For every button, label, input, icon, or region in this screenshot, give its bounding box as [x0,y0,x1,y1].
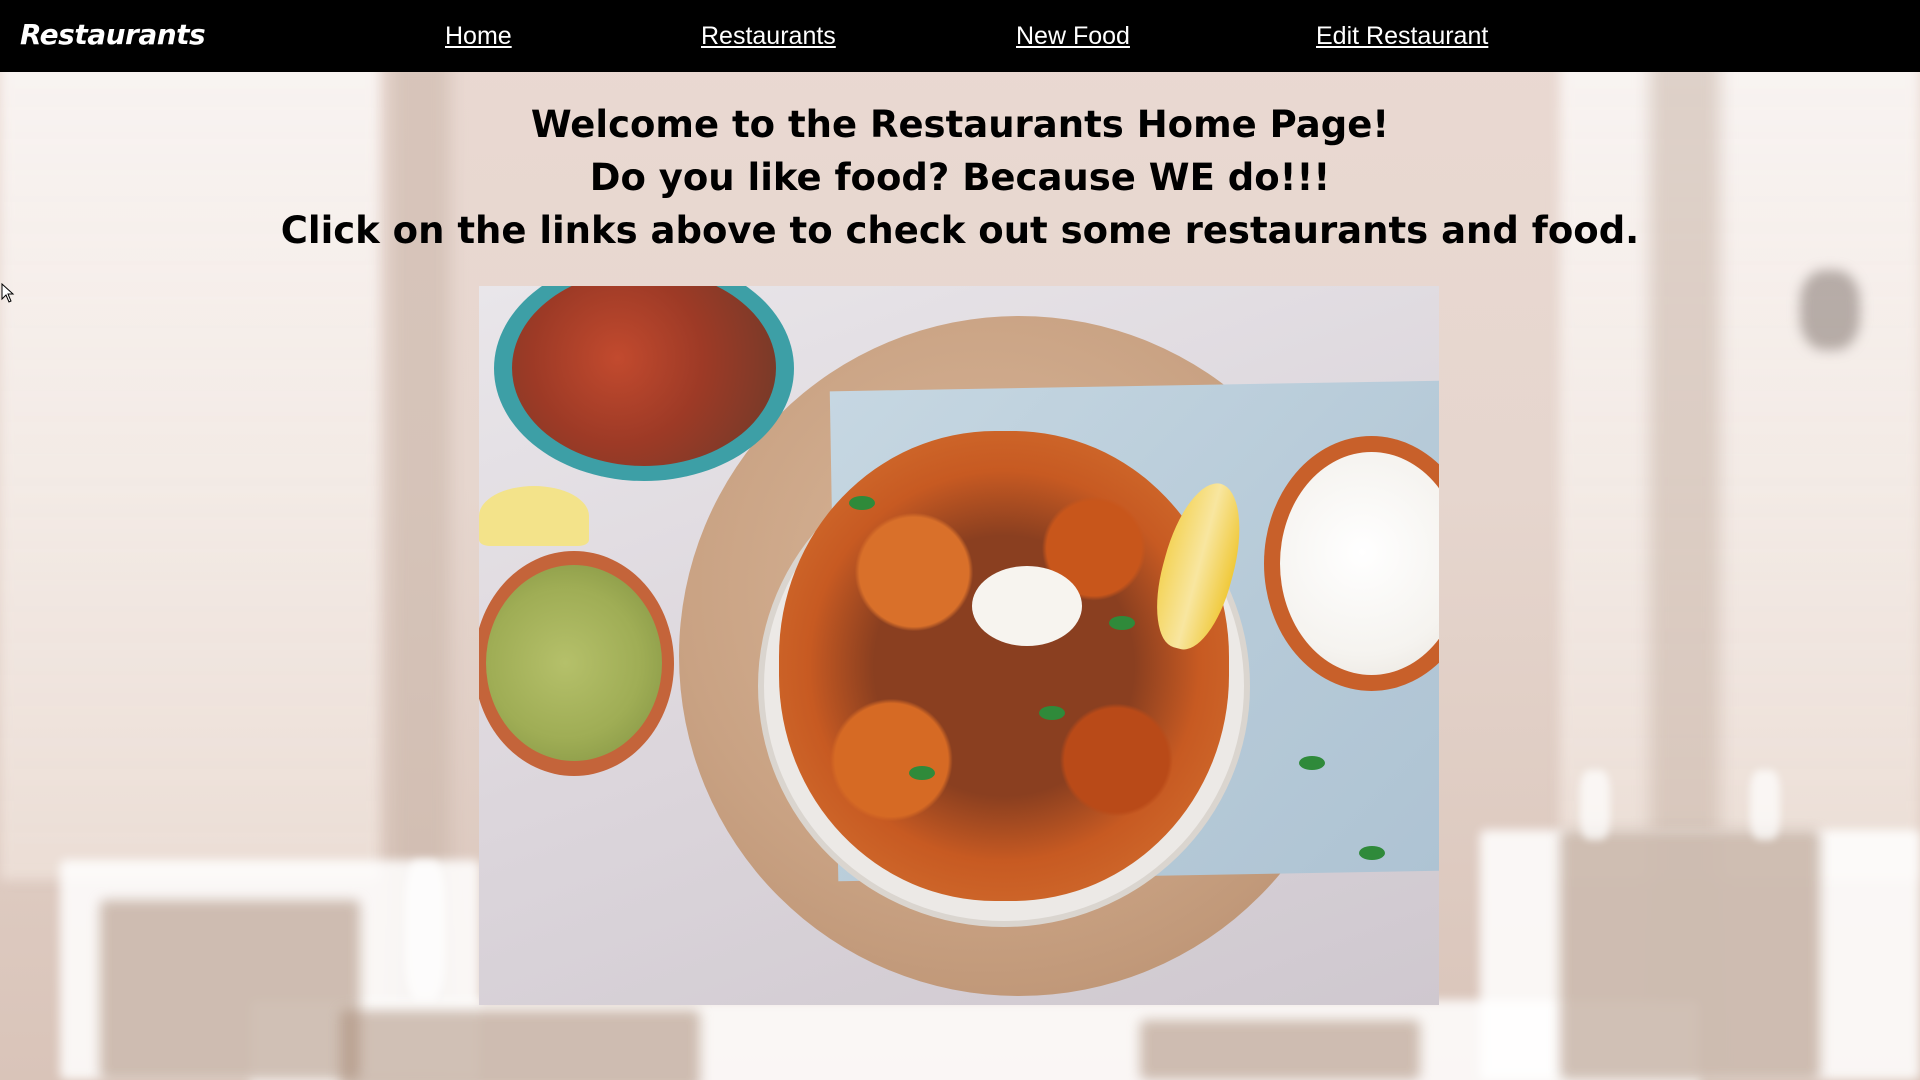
nav-link-home[interactable]: Home [445,22,512,51]
herb-garnish [1359,846,1385,860]
heading-line-question: Do you like food? Because WE do!!! [589,156,1331,199]
brand-logo[interactable]: Restaurants [20,18,206,51]
food-image [479,286,1439,1005]
herb-garnish [1039,706,1065,720]
guacamole-bowl [479,551,674,776]
herb-garnish [1299,756,1325,770]
sweet-potato-fries [779,431,1229,901]
mouse-pointer-icon [1,283,15,303]
heading-line-instructions: Click on the links above to check out so… [280,209,1640,252]
welcome-heading: Welcome to the Restaurants Home Page! Do… [0,98,1920,257]
nav-link-edit-restaurant[interactable]: Edit Restaurant [1316,22,1488,51]
herb-garnish [849,496,875,510]
lemon-slice [479,486,589,546]
herb-garnish [909,766,935,780]
herb-garnish [1109,616,1135,630]
nav-link-restaurants[interactable]: Restaurants [701,22,836,51]
sour-cream-dollop [972,566,1082,646]
navbar: Restaurants Home Restaurants New Food Ed… [0,0,1920,72]
heading-line-welcome: Welcome to the Restaurants Home Page! [530,103,1390,146]
nav-link-new-food[interactable]: New Food [1016,22,1130,51]
